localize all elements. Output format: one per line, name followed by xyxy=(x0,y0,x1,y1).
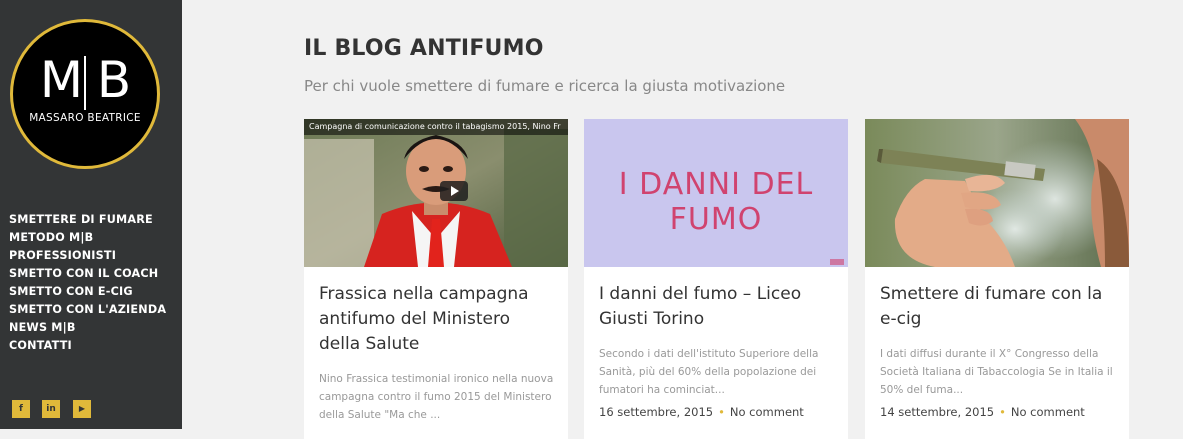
nav-item-contatti[interactable]: CONTATTI xyxy=(9,337,166,355)
image-headline-2: FUMO xyxy=(669,202,763,237)
post-date: 16 settembre, 2015 xyxy=(599,405,714,419)
post-card: I DANNI DEL FUMO I danni del fumo – Lice… xyxy=(584,119,848,439)
logo[interactable]: M B MASSARO BEATRICE xyxy=(10,19,160,169)
youtube-icon[interactable]: ▶ xyxy=(73,400,91,418)
ecig-photo xyxy=(865,119,1129,267)
post-date: 14 settembre, 2015 xyxy=(880,405,995,419)
post-excerpt: Nino Frassica testimonial ironico nella … xyxy=(319,373,554,421)
post-excerpt: Secondo i dati dell'istituto Superiore d… xyxy=(599,348,819,396)
post-card: Campagna di comunicazione contro il taba… xyxy=(304,119,568,439)
video-caption: Campagna di comunicazione contro il taba… xyxy=(309,122,561,131)
video-embed[interactable]: Campagna di comunicazione contro il taba… xyxy=(304,119,568,267)
post-body: I danni del fumo – Liceo Giusti Torino S… xyxy=(599,267,836,419)
post-body: Smettere di fumare con la e-cig I dati d… xyxy=(880,267,1117,419)
post-image[interactable]: I DANNI DEL FUMO xyxy=(584,119,848,267)
meta-separator: • xyxy=(999,405,1006,419)
post-meta: 14 settembre, 2015 • No comment xyxy=(880,405,1117,419)
post-card: Smettere di fumare con la e-cig I dati d… xyxy=(865,119,1129,439)
post-title[interactable]: I danni del fumo – Liceo Giusti Torino xyxy=(599,282,836,332)
nav-item-metodo-mb[interactable]: METODO M|B xyxy=(9,229,166,247)
post-excerpt: I dati diffusi durante il X° Congresso d… xyxy=(880,348,1113,396)
post-body: Frassica nella campagna antifumo del Min… xyxy=(319,267,556,424)
post-comments-link[interactable]: No comment xyxy=(730,405,804,419)
logo-name: MASSARO BEATRICE xyxy=(29,112,141,124)
nav-item-news-mb[interactable]: NEWS M|B xyxy=(9,319,166,337)
main-content: IL BLOG ANTIFUMO Per chi vuole smettere … xyxy=(182,0,1183,439)
nav-item-professionisti[interactable]: PROFESSIONISTI xyxy=(9,247,166,265)
sidebar: M B MASSARO BEATRICE SMETTERE DI FUMARE … xyxy=(0,0,182,429)
video-thumbnail xyxy=(304,119,568,267)
main-nav: SMETTERE DI FUMARE METODO M|B PROFESSION… xyxy=(9,211,166,355)
nav-item-smetto-con-azienda[interactable]: SMETTO CON L'AZIENDA xyxy=(9,301,166,319)
page-subtitle: Per chi vuole smettere di fumare e ricer… xyxy=(304,77,786,95)
post-title[interactable]: Frassica nella campagna antifumo del Min… xyxy=(319,282,556,357)
image-headline-1: I DANNI DEL xyxy=(618,167,814,202)
post-title[interactable]: Smettere di fumare con la e-cig xyxy=(880,282,1117,332)
corner-mark xyxy=(830,259,844,265)
facebook-icon[interactable]: f xyxy=(12,400,30,418)
post-meta: 16 settembre, 2015 • No comment xyxy=(599,405,836,419)
meta-separator: • xyxy=(718,405,725,419)
post-image[interactable] xyxy=(865,119,1129,267)
nav-item-smetto-con-e-cig[interactable]: SMETTO CON E-CIG xyxy=(9,283,166,301)
page-title: IL BLOG ANTIFUMO xyxy=(304,36,544,61)
post-comments-link[interactable]: No comment xyxy=(1011,405,1085,419)
nav-item-smetto-con-il-coach[interactable]: SMETTO CON IL COACH xyxy=(9,265,166,283)
logo-divider xyxy=(84,56,86,110)
linkedin-icon[interactable]: in xyxy=(42,400,60,418)
nav-item-smettere-di-fumare[interactable]: SMETTERE DI FUMARE xyxy=(9,211,166,229)
